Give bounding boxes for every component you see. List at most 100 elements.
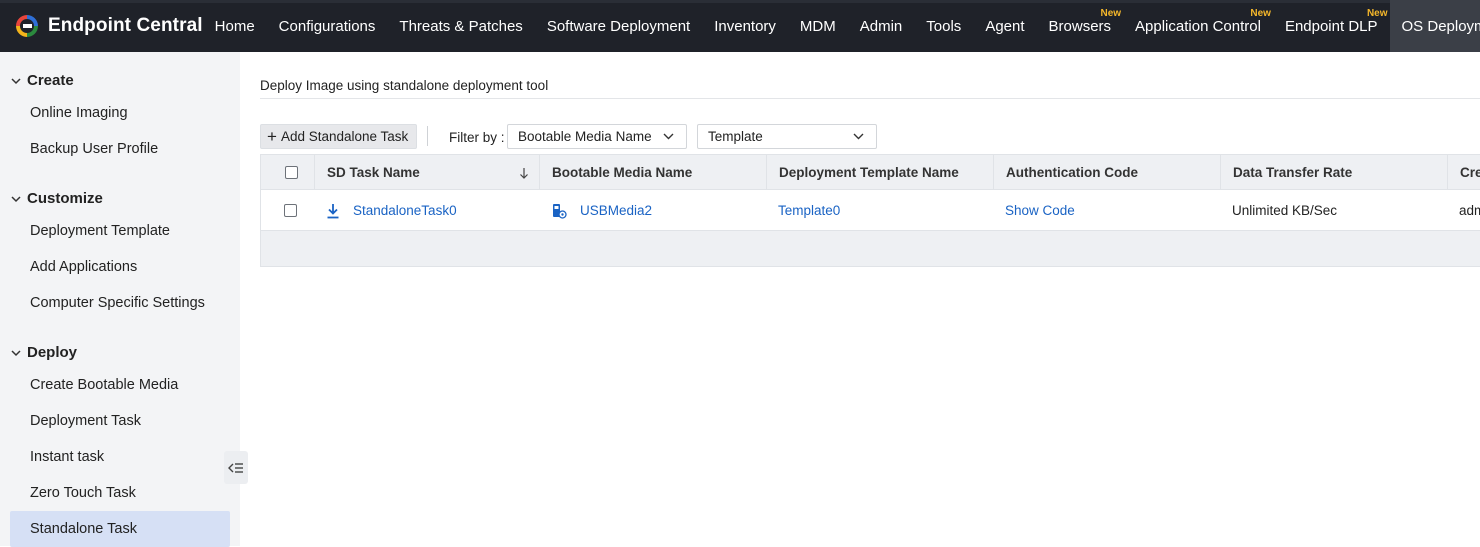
sidebar-section-customize[interactable]: Customize bbox=[10, 190, 103, 207]
table-footer bbox=[260, 231, 1480, 267]
cell-bootable-media: USBMedia2 bbox=[539, 190, 652, 231]
filter-bootable-media-select[interactable]: Bootable Media Name bbox=[507, 124, 687, 149]
nav-inventory[interactable]: Inventory bbox=[702, 0, 788, 52]
sidebar-item-label: Online Imaging bbox=[30, 105, 128, 121]
chevron-down-icon bbox=[11, 195, 21, 202]
nav-label: Application Control bbox=[1135, 17, 1261, 35]
nav-tools[interactable]: Tools bbox=[914, 0, 973, 52]
chevron-down-icon bbox=[663, 133, 674, 140]
column-authentication-code[interactable]: Authentication Code bbox=[993, 155, 1220, 190]
nav-label: Browsers bbox=[1048, 17, 1112, 35]
nav-label: Admin bbox=[859, 17, 903, 35]
sort-descending-icon[interactable] bbox=[519, 167, 529, 179]
cell-created-by: adm bbox=[1459, 203, 1480, 218]
new-badge: New bbox=[1366, 8, 1388, 19]
sidebar-item-create-bootable-media[interactable]: Create Bootable Media bbox=[10, 367, 230, 403]
main-content: Deploy Image using standalone deployment… bbox=[240, 52, 1480, 546]
column-label: SD Task Name bbox=[327, 165, 420, 180]
column-label: Deployment Template Name bbox=[779, 165, 959, 180]
nav-agent[interactable]: Agent bbox=[973, 0, 1036, 52]
filter-template-select[interactable]: Template bbox=[697, 124, 877, 149]
show-code-link[interactable]: Show Code bbox=[1005, 203, 1075, 218]
divider bbox=[260, 98, 1480, 99]
sidebar-item-add-applications[interactable]: Add Applications bbox=[10, 249, 230, 285]
chevron-down-icon bbox=[853, 133, 864, 140]
column-label: Data Transfer Rate bbox=[1233, 165, 1353, 180]
column-label: Cre bbox=[1460, 165, 1480, 180]
section-title: Deploy bbox=[27, 344, 78, 361]
sidebar-section-create[interactable]: Create bbox=[10, 72, 74, 89]
sidebar-item-label: Standalone Task bbox=[30, 521, 137, 537]
nav-label: Tools bbox=[926, 17, 962, 35]
sidebar-item-label: Zero Touch Task bbox=[30, 485, 136, 501]
nav-label: Software Deployment bbox=[546, 17, 691, 35]
nav-label: Home bbox=[214, 17, 255, 35]
sidebar: Create Online Imaging Backup User Profil… bbox=[0, 52, 240, 547]
template-link[interactable]: Template0 bbox=[778, 203, 840, 218]
cell-task-name: StandaloneTask0 bbox=[314, 190, 457, 231]
brand[interactable]: Endpoint Central bbox=[0, 0, 203, 52]
column-label: Authentication Code bbox=[1006, 165, 1138, 180]
sidebar-item-label: Backup User Profile bbox=[30, 141, 159, 157]
nav-application-control[interactable]: Application Control New bbox=[1123, 0, 1273, 52]
row-checkbox[interactable] bbox=[284, 204, 297, 217]
column-sd-task-name[interactable]: SD Task Name bbox=[314, 155, 539, 190]
sidebar-section-deploy[interactable]: Deploy bbox=[10, 344, 77, 361]
nav-endpoint-dlp[interactable]: Endpoint DLP New bbox=[1273, 0, 1390, 52]
filter-label: Filter by : bbox=[449, 130, 505, 145]
main-nav: Home Configurations Threats & Patches So… bbox=[203, 0, 1480, 52]
select-value: Bootable Media Name bbox=[518, 129, 652, 144]
nav-configurations[interactable]: Configurations bbox=[267, 0, 388, 52]
nav-software-deployment[interactable]: Software Deployment bbox=[535, 0, 702, 52]
nav-home[interactable]: Home bbox=[203, 0, 267, 52]
sidebar-item-online-imaging[interactable]: Online Imaging bbox=[10, 95, 230, 131]
sidebar-item-label: Deployment Task bbox=[30, 413, 141, 429]
sidebar-item-standalone-task[interactable]: Standalone Task bbox=[10, 511, 230, 547]
column-deployment-template-name[interactable]: Deployment Template Name bbox=[766, 155, 993, 190]
column-bootable-media-name[interactable]: Bootable Media Name bbox=[539, 155, 766, 190]
column-label: Bootable Media Name bbox=[552, 165, 693, 180]
sidebar-item-backup-user-profile[interactable]: Backup User Profile bbox=[10, 131, 230, 167]
bootable-media-link[interactable]: USBMedia2 bbox=[580, 203, 652, 218]
sidebar-item-deployment-template[interactable]: Deployment Template bbox=[10, 213, 230, 249]
nav-label: Configurations bbox=[278, 17, 376, 35]
nav-mdm[interactable]: MDM bbox=[788, 0, 848, 52]
sidebar-item-deployment-task[interactable]: Deployment Task bbox=[10, 403, 230, 439]
sidebar-item-label: Deployment Template bbox=[30, 223, 170, 239]
standalone-task-table: SD Task Name Bootable Media Name Deploym… bbox=[260, 154, 1480, 267]
chevron-down-icon bbox=[11, 349, 21, 356]
brand-name: Endpoint Central bbox=[48, 15, 203, 36]
nav-label: Threats & Patches bbox=[399, 17, 523, 35]
sidebar-item-label: Instant task bbox=[30, 449, 105, 465]
nav-threats-patches[interactable]: Threats & Patches bbox=[387, 0, 534, 52]
sidebar-item-instant-task[interactable]: Instant task bbox=[10, 439, 230, 475]
table-row[interactable]: StandaloneTask0 USBMedia2 Template0 Show… bbox=[260, 190, 1480, 231]
sidebar-item-label: Create Bootable Media bbox=[30, 377, 179, 393]
column-created-by[interactable]: Cre bbox=[1447, 155, 1480, 190]
task-name-link[interactable]: StandaloneTask0 bbox=[353, 203, 457, 218]
cell-data-transfer-rate: Unlimited KB/Sec bbox=[1232, 203, 1338, 218]
page-title: Deploy Image using standalone deployment… bbox=[260, 78, 549, 93]
sidebar-item-computer-specific-settings[interactable]: Computer Specific Settings bbox=[10, 285, 230, 321]
new-badge: New bbox=[1250, 8, 1271, 19]
nav-label: OS Deployment bbox=[1401, 17, 1480, 35]
download-icon bbox=[327, 203, 339, 218]
sidebar-item-zero-touch-task[interactable]: Zero Touch Task bbox=[10, 475, 230, 511]
add-standalone-task-button[interactable]: + Add Standalone Task bbox=[260, 124, 418, 149]
cell-template: Template0 bbox=[766, 190, 840, 231]
new-badge: New bbox=[1100, 8, 1122, 19]
usb-media-icon bbox=[553, 203, 567, 219]
nav-browsers[interactable]: Browsers New bbox=[1037, 0, 1124, 52]
select-value: Template bbox=[708, 129, 763, 144]
section-title: Create bbox=[27, 72, 74, 89]
toolbar-divider bbox=[427, 126, 428, 146]
chevron-down-icon bbox=[11, 77, 21, 84]
nav-os-deployment[interactable]: OS Deployment bbox=[1389, 0, 1480, 52]
section-title: Customize bbox=[27, 190, 103, 207]
cell-auth-code: Show Code bbox=[993, 190, 1075, 231]
column-data-transfer-rate[interactable]: Data Transfer Rate bbox=[1220, 155, 1447, 190]
nav-admin[interactable]: Admin bbox=[848, 0, 915, 52]
nav-label: Endpoint DLP bbox=[1284, 17, 1378, 35]
select-all-checkbox[interactable] bbox=[285, 166, 298, 179]
plus-icon: + bbox=[267, 127, 277, 146]
